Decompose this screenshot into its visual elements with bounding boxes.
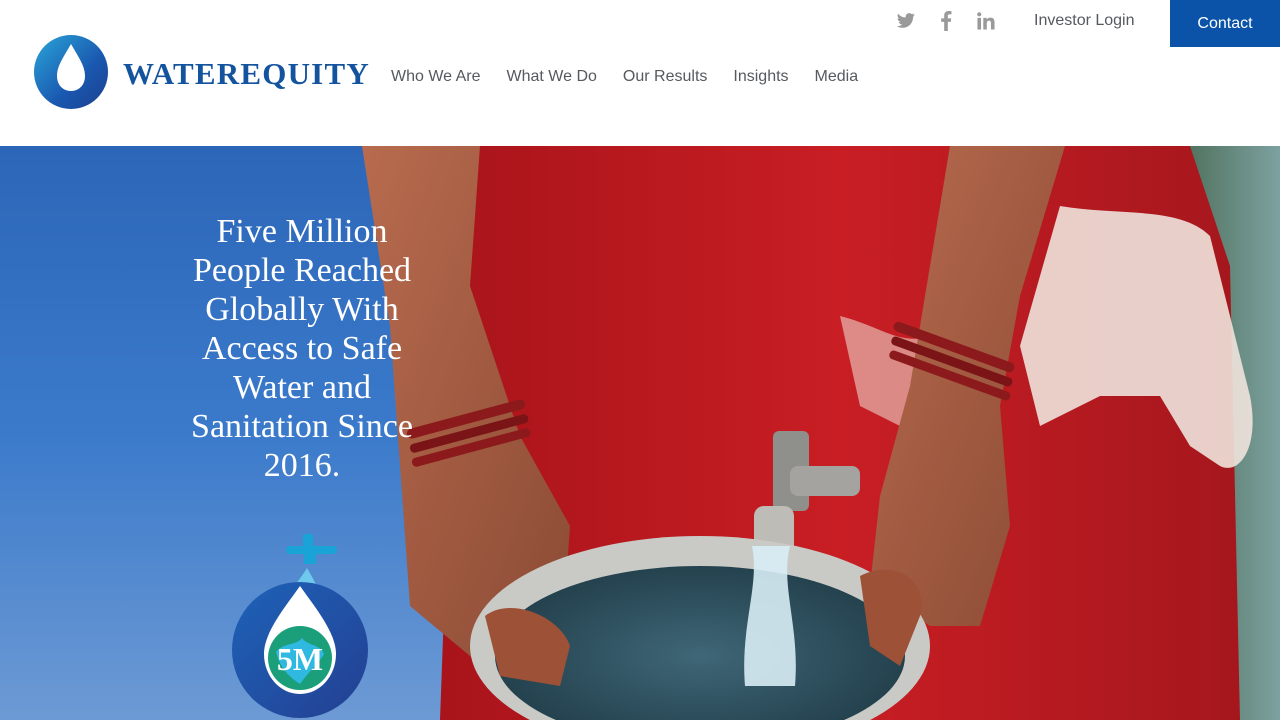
hero-section: Five Million People Reached Globally Wit… xyxy=(0,146,1280,720)
watererquity-logo[interactable]: WATEREQUITY xyxy=(33,34,369,112)
site-header: WATEREQUITY Who We Are What We Do Our Re… xyxy=(0,0,1280,146)
nav-what-we-do[interactable]: What We Do xyxy=(507,68,597,86)
twitter-icon[interactable] xyxy=(895,10,917,32)
hero-headline: Five Million People Reached Globally Wit… xyxy=(191,213,413,484)
badge-5m-text: 5M xyxy=(277,641,323,677)
main-nav: Who We Are What We Do Our Results Insigh… xyxy=(391,68,884,86)
nav-our-results[interactable]: Our Results xyxy=(623,68,707,86)
logo-wordmark: WATEREQUITY xyxy=(123,56,370,91)
linkedin-icon[interactable] xyxy=(975,10,997,32)
nav-media[interactable]: Media xyxy=(815,68,859,86)
social-links xyxy=(895,10,1015,32)
nav-who-we-are[interactable]: Who We Are xyxy=(391,68,481,86)
nav-insights[interactable]: Insights xyxy=(733,68,788,86)
contact-button[interactable]: Contact xyxy=(1170,0,1280,47)
investor-login-link[interactable]: Investor Login xyxy=(1034,12,1135,30)
water-drop-logo-icon xyxy=(34,35,108,109)
facebook-icon[interactable] xyxy=(935,10,957,32)
five-million-badge-icon: 5M xyxy=(232,534,368,718)
